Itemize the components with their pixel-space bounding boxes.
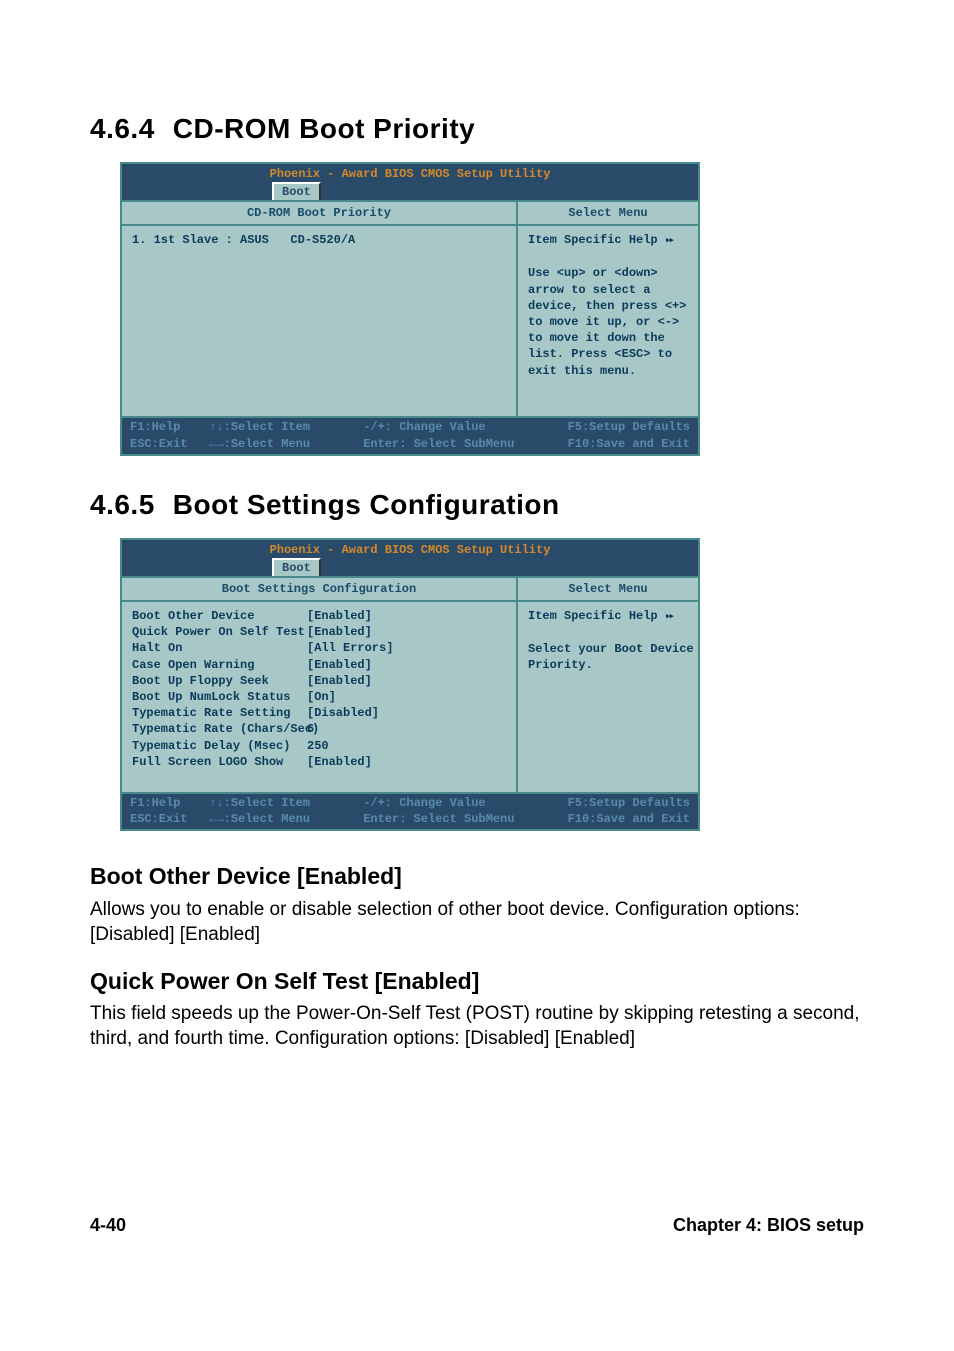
page-number: 4-40 <box>90 1213 126 1237</box>
bios-item-list: 1. 1st Slave : ASUS CD-S520/A <box>122 226 516 416</box>
bios-setting-value: [All Errors] <box>307 640 393 656</box>
bios-setting-row: Full Screen LOGO Show[Enabled] <box>132 754 506 770</box>
bios-setting-key: Quick Power On Self Test <box>132 624 307 640</box>
footer-right: F5:Setup Defaults F10:Save and Exit <box>568 795 690 827</box>
page-footer: 4-40 Chapter 4: BIOS setup <box>90 1212 864 1237</box>
bios-setting-value: [Enabled] <box>307 754 372 770</box>
option-heading-quick-post: Quick Power On Self Test [Enabled] <box>90 966 864 997</box>
bios-tab-boot: Boot <box>272 182 321 200</box>
bios-setting-value: [Enabled] <box>307 673 372 689</box>
bios-setting-key: Typematic Delay (Msec) <box>132 738 307 754</box>
section-number: 4.6.5 <box>90 489 155 520</box>
bios-setting-row: Case Open Warning[Enabled] <box>132 657 506 673</box>
bios-tab-boot: Boot <box>272 558 321 576</box>
bios-help-heading: Item Specific Help <box>528 233 658 247</box>
bios-footer-keys: F1:Help ↑↓:Select Item ESC:Exit ←→:Selec… <box>122 416 698 453</box>
bios-help-text: Select your Boot Device Priority. <box>528 642 694 672</box>
bios-setting-row: Halt On[All Errors] <box>132 640 506 656</box>
bios-setting-key: Boot Other Device <box>132 608 307 624</box>
bios-setting-value: [Enabled] <box>307 608 372 624</box>
bios-setting-key: Halt On <box>132 640 307 656</box>
bios-help-panel: Item Specific Help Use <up> or <down> ar… <box>518 226 698 416</box>
footer-mid: -/+: Change Value Enter: Select SubMenu <box>363 795 514 827</box>
bios-footer-keys: F1:Help ↑↓:Select Item ESC:Exit ←→:Selec… <box>122 792 698 829</box>
footer-left: F1:Help ↑↓:Select Item ESC:Exit ←→:Selec… <box>130 419 310 451</box>
bios-left-header: CD-ROM Boot Priority <box>122 202 516 226</box>
bios-help-heading: Item Specific Help <box>528 609 658 623</box>
option-body-boot-other-device: Allows you to enable or disable selectio… <box>90 897 864 948</box>
bios-title: Phoenix - Award BIOS CMOS Setup Utility <box>122 540 698 558</box>
bios-setting-key: Boot Up NumLock Status <box>132 689 307 705</box>
bios-left-header: Boot Settings Configuration <box>122 578 516 602</box>
bios-setting-key: Case Open Warning <box>132 657 307 673</box>
section-title: Boot Settings Configuration <box>173 489 560 520</box>
option-heading-boot-other-device: Boot Other Device [Enabled] <box>90 861 864 892</box>
bios-setting-key: Full Screen LOGO Show <box>132 754 307 770</box>
bios-setting-row: Boot Up NumLock Status[On] <box>132 689 506 705</box>
bios-setting-row: Typematic Rate (Chars/Sec)6 <box>132 721 506 737</box>
bios-setting-row: Boot Up Floppy Seek[Enabled] <box>132 673 506 689</box>
bios-title: Phoenix - Award BIOS CMOS Setup Utility <box>122 164 698 182</box>
section-heading-465: 4.6.5 Boot Settings Configuration <box>90 486 864 524</box>
bios-tab-row: Boot <box>122 182 698 200</box>
bios-help-text: Use <up> or <down> arrow to select a dev… <box>528 266 686 377</box>
bios-setting-value: [On] <box>307 689 336 705</box>
footer-left: F1:Help ↑↓:Select Item ESC:Exit ←→:Selec… <box>130 795 310 827</box>
option-body-quick-post: This field speeds up the Power-On-Self T… <box>90 1001 864 1052</box>
section-heading-464: 4.6.4 CD-ROM Boot Priority <box>90 110 864 148</box>
bios-setting-value: [Enabled] <box>307 624 372 640</box>
bios-setting-row: Quick Power On Self Test[Enabled] <box>132 624 506 640</box>
footer-right: F5:Setup Defaults F10:Save and Exit <box>568 419 690 451</box>
chapter-label: Chapter 4: BIOS setup <box>673 1213 864 1237</box>
bios-setting-key: Boot Up Floppy Seek <box>132 673 307 689</box>
bios-setting-row: Typematic Rate Setting[Disabled] <box>132 705 506 721</box>
bios-help-panel: Item Specific Help Select your Boot Devi… <box>518 602 698 792</box>
section-number: 4.6.4 <box>90 113 155 144</box>
footer-mid: -/+: Change Value Enter: Select SubMenu <box>363 419 514 451</box>
bios-setting-row: Boot Other Device[Enabled] <box>132 608 506 624</box>
bios-right-header: Select Menu <box>518 578 698 602</box>
bios-setting-key: Typematic Rate Setting <box>132 705 307 721</box>
forward-icon <box>665 609 672 623</box>
bios-setting-value: [Enabled] <box>307 657 372 673</box>
forward-icon <box>665 233 672 247</box>
bios-right-header: Select Menu <box>518 202 698 226</box>
bios-screenshot-cdrom-priority: Phoenix - Award BIOS CMOS Setup Utility … <box>120 162 700 456</box>
bios-setting-value: [Disabled] <box>307 705 379 721</box>
bios-tab-row: Boot <box>122 558 698 576</box>
bios-screenshot-boot-settings: Phoenix - Award BIOS CMOS Setup Utility … <box>120 538 700 832</box>
section-title: CD-ROM Boot Priority <box>173 113 475 144</box>
bios-setting-value: 6 <box>307 721 314 737</box>
bios-setting-row: Typematic Delay (Msec)250 <box>132 738 506 754</box>
bios-setting-value: 250 <box>307 738 329 754</box>
bios-setting-key: Typematic Rate (Chars/Sec) <box>132 721 307 737</box>
bios-settings-list: Boot Other Device[Enabled]Quick Power On… <box>122 602 516 792</box>
